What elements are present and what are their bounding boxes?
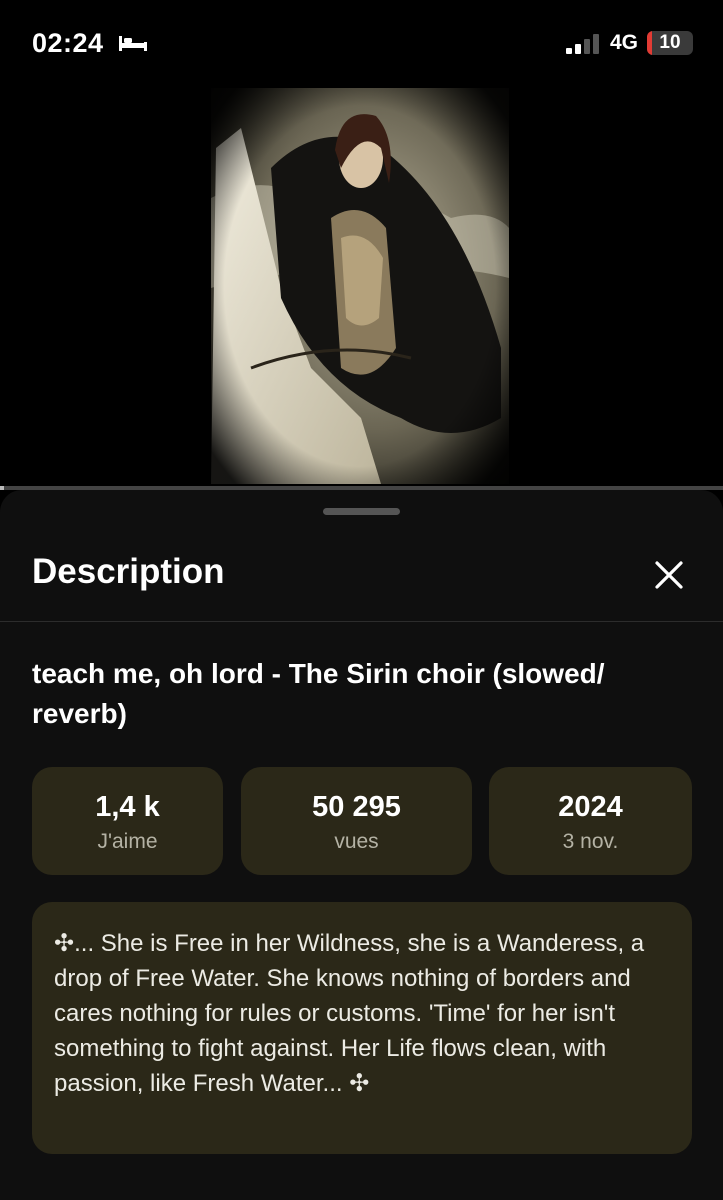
bed-icon: [119, 36, 147, 51]
signal-icon: [566, 34, 599, 54]
video-progress-fill: [0, 486, 4, 490]
close-icon: [655, 561, 683, 589]
description-text: ✣... She is Free in her Wildness, she is…: [54, 930, 645, 1097]
likes-count: 1,4 k: [95, 791, 160, 823]
video-artwork: [211, 88, 509, 484]
close-button[interactable]: [646, 552, 692, 598]
publish-date: 3 nov.: [562, 830, 619, 853]
likes-stat: 1,4 k J'aime: [32, 767, 223, 875]
date-stat: 2024 3 nov.: [489, 767, 692, 875]
views-count: 50 295: [312, 791, 401, 823]
divider: [0, 621, 723, 622]
status-bar: 02:24 4G 10: [0, 0, 723, 88]
description-sheet: Description teach me, oh lord - The Siri…: [0, 490, 723, 1200]
status-time: 02:24: [32, 28, 104, 58]
views-label: vues: [334, 830, 379, 853]
description-box: ✣... She is Free in her Wildness, she is…: [32, 902, 692, 1154]
video-player[interactable]: [0, 88, 723, 488]
battery-indicator: 10: [647, 31, 693, 55]
video-title: teach me, oh lord - The Sirin choir (slo…: [32, 658, 605, 729]
sheet-title: Description: [32, 552, 225, 591]
battery-level: 10: [659, 32, 681, 53]
network-type: 4G: [610, 31, 639, 54]
likes-label: J'aime: [97, 830, 158, 853]
views-stat: 50 295 vues: [241, 767, 472, 875]
publish-year: 2024: [558, 791, 623, 823]
drag-handle[interactable]: [323, 508, 400, 515]
